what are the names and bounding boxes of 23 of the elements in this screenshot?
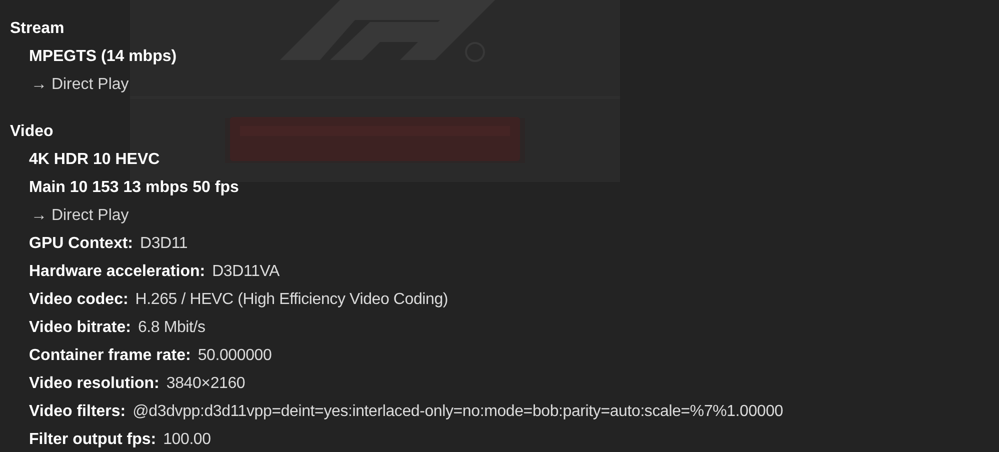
stream-info: 4K HDR 10 HEVC	[29, 151, 160, 168]
field-label: Hardware acceleration:	[29, 263, 206, 280]
field-label: Video resolution:	[29, 375, 160, 392]
playback-mode: → Direct Play	[30, 76, 129, 93]
field-value: @d3dvpp:d3d11vpp=deint=yes:interlaced-only=no:mode=bob:parity=auto:scale=%7%1.00000	[132, 403, 784, 420]
field-value: 3840×2160	[166, 375, 246, 392]
field-label: GPU Context:	[29, 235, 133, 252]
field-value: 6.8 Mbit/s	[138, 319, 206, 336]
stream-info: Main 10 153 13 mbps 50 fps	[29, 179, 239, 196]
field-label: Video bitrate:	[29, 319, 131, 336]
field-value: D3D11VA	[212, 263, 280, 280]
field-value: 100.00	[163, 431, 211, 448]
field-value: 50.000000	[198, 347, 272, 364]
section-heading: Video	[10, 122, 54, 142]
field-value: H.265 / HEVC (High Efficiency Video Coding)	[135, 291, 448, 308]
field-label: Container frame rate:	[29, 347, 191, 364]
playback-mode: → Direct Play	[30, 207, 129, 224]
field-label: Video codec:	[29, 291, 128, 308]
field-value: D3D11	[140, 235, 188, 252]
section-heading: Stream	[10, 19, 64, 39]
field-label: Filter output fps:	[29, 431, 156, 448]
stream-info: MPEGTS (14 mbps)	[29, 48, 177, 65]
field-label: Video filters:	[29, 403, 126, 420]
